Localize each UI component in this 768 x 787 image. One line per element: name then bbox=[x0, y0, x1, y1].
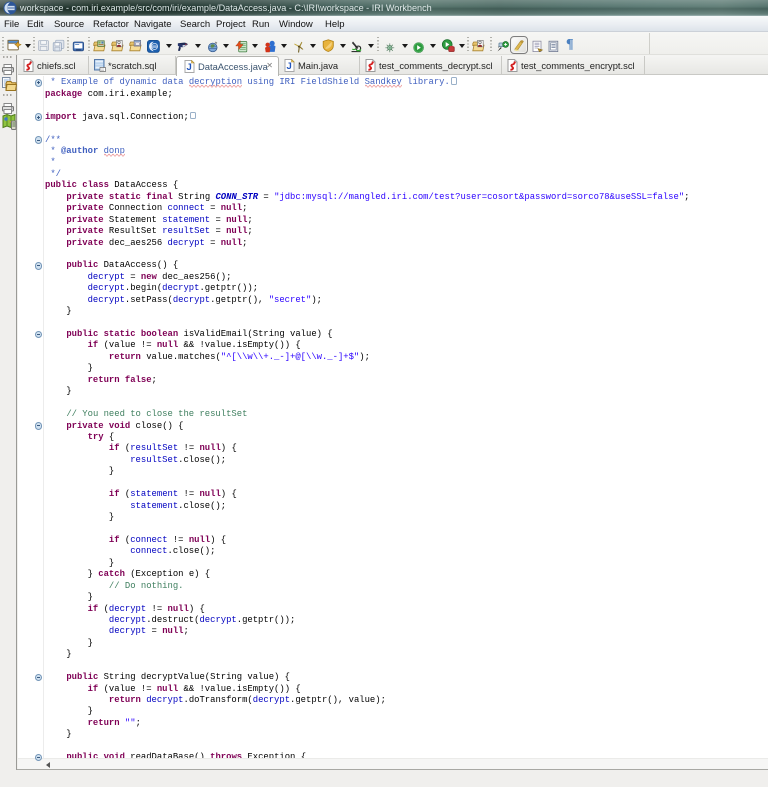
svg-text:J: J bbox=[187, 62, 192, 73]
svg-text:J: J bbox=[287, 61, 292, 72]
